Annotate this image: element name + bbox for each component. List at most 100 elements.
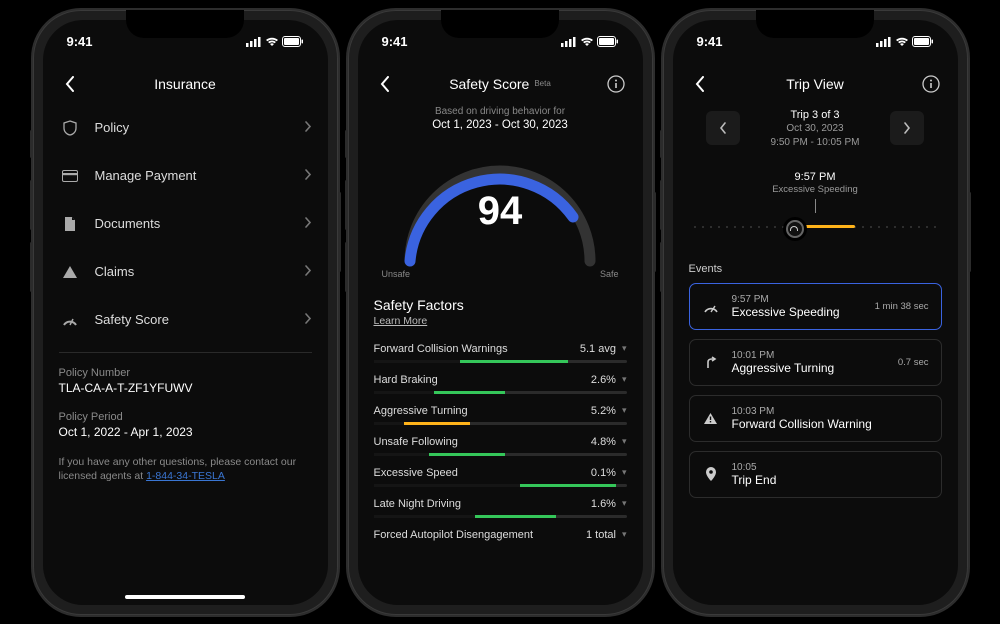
- menu-label: Safety Score: [95, 312, 305, 327]
- factor-value: 0.1%: [591, 467, 616, 479]
- menu-docs[interactable]: Documents: [59, 200, 312, 248]
- factor-row[interactable]: Forced Autopilot Disengagement1 total ▾: [374, 521, 627, 544]
- warn-icon: [702, 412, 720, 425]
- wifi-icon: [265, 37, 279, 47]
- beta-badge: Beta: [534, 79, 550, 88]
- policy-period-label: Policy Period: [59, 411, 312, 423]
- prev-trip-button[interactable]: [706, 111, 740, 145]
- chevron-right-icon: [305, 120, 312, 135]
- factor-name: Excessive Speed: [374, 467, 591, 479]
- trip-caption: Trip 3 of 3 Oct 30, 2023 9:50 PM - 10:05…: [750, 108, 880, 150]
- factor-name: Unsafe Following: [374, 436, 591, 448]
- status-indicators: [876, 36, 934, 47]
- chevron-down-icon: ▾: [622, 529, 627, 540]
- factor-value: 4.8%: [591, 436, 616, 448]
- wifi-icon: [580, 37, 594, 47]
- phone-trip-view: 9:41 Trip View Trip 3 of 3 Oct 30, 2023 …: [663, 10, 968, 615]
- timeline-marker-icon[interactable]: [786, 220, 804, 238]
- support-phone-link[interactable]: 1-844-34-TESLA: [146, 470, 225, 482]
- chevron-down-icon: ▾: [622, 405, 627, 416]
- chevron-right-icon: [305, 168, 312, 183]
- header-spacer: [290, 73, 312, 95]
- header: Trip View: [673, 64, 958, 104]
- contact-note: If you have any other questions, please …: [59, 455, 312, 484]
- event-name: Aggressive Turning: [732, 361, 886, 375]
- phone-safety-score: 9:41 Safety ScoreBeta Based on driving b…: [348, 10, 653, 615]
- back-button[interactable]: [59, 73, 81, 95]
- page-title: Insurance: [81, 76, 290, 92]
- timeline-highlight-time: 9:57 PM: [689, 171, 942, 183]
- policy-period-value: Oct 1, 2022 - Apr 1, 2023: [59, 425, 312, 439]
- factor-name: Hard Braking: [374, 374, 591, 386]
- factor-value: 5.1 avg: [580, 343, 616, 355]
- page-title: Trip View: [711, 76, 920, 92]
- factor-value: 1.6%: [591, 498, 616, 510]
- factor-row[interactable]: Aggressive Turning5.2%▾: [374, 397, 627, 428]
- event-time: 10:01 PM: [732, 350, 886, 361]
- factor-name: Forced Autopilot Disengagement: [374, 529, 587, 541]
- menu-policy[interactable]: Policy: [59, 104, 312, 152]
- menu-safety[interactable]: Safety Score: [59, 296, 312, 344]
- info-button[interactable]: [605, 73, 627, 95]
- event-time: 10:05: [732, 462, 929, 473]
- page-title: Safety ScoreBeta: [396, 76, 605, 92]
- event-card[interactable]: 10:05Trip End: [689, 451, 942, 498]
- menu-claims[interactable]: Claims: [59, 248, 312, 296]
- pin-icon: [702, 467, 720, 482]
- chevron-down-icon: ▾: [622, 374, 627, 385]
- claims-icon: [59, 265, 81, 279]
- menu-label: Manage Payment: [95, 168, 305, 183]
- date-range: Oct 1, 2023 - Oct 30, 2023: [374, 119, 627, 131]
- event-card[interactable]: 10:01 PMAggressive Turning 0.7 sec: [689, 339, 942, 386]
- factor-value: 1 total: [586, 529, 616, 541]
- event-duration: 1 min 38 sec: [875, 301, 929, 312]
- based-on-label: Based on driving behavior for: [374, 106, 627, 117]
- menu-label: Policy: [95, 120, 305, 135]
- factor-row[interactable]: Unsafe Following4.8% ▾: [374, 428, 627, 459]
- chevron-down-icon: ▾: [622, 498, 627, 509]
- cell-signal-icon: [876, 37, 892, 47]
- event-duration: 0.7 sec: [898, 357, 929, 368]
- event-card[interactable]: 9:57 PMExcessive Speeding1 min 38 sec: [689, 283, 942, 330]
- phone-insurance: 9:41 Insurance Policy Manage Payment Docum…: [33, 10, 338, 615]
- event-name: Forward Collision Warning: [732, 417, 929, 431]
- safety-gauge: 94: [374, 141, 627, 275]
- header: Safety ScoreBeta: [358, 64, 643, 104]
- next-trip-button[interactable]: [890, 111, 924, 145]
- chevron-down-icon: ▾: [622, 436, 627, 447]
- header: Insurance: [43, 64, 328, 104]
- status-indicators: [561, 36, 619, 47]
- status-bar: 9:41: [358, 20, 643, 64]
- status-time: 9:41: [67, 34, 93, 49]
- trip-timeline[interactable]: [689, 217, 942, 237]
- factor-name: Forward Collision Warnings: [374, 343, 580, 355]
- status-indicators: [246, 36, 304, 47]
- status-bar: 9:41: [43, 20, 328, 64]
- speed-icon: [702, 301, 720, 313]
- safety-factors-heading: Safety Factors: [374, 297, 627, 313]
- chevron-down-icon: ▾: [622, 343, 627, 354]
- status-time: 9:41: [382, 34, 408, 49]
- factor-row[interactable]: Excessive Speed0.1% ▾: [374, 459, 627, 490]
- back-button[interactable]: [689, 73, 711, 95]
- factor-row[interactable]: Hard Braking2.6%▾: [374, 366, 627, 397]
- cell-signal-icon: [246, 37, 262, 47]
- event-name: Trip End: [732, 473, 929, 487]
- menu-label: Claims: [95, 264, 305, 279]
- chevron-down-icon: ▾: [622, 467, 627, 478]
- event-card[interactable]: 10:03 PMForward Collision Warning: [689, 395, 942, 442]
- factor-name: Late Night Driving: [374, 498, 591, 510]
- chevron-right-icon: [305, 312, 312, 327]
- back-button[interactable]: [374, 73, 396, 95]
- menu-label: Documents: [95, 216, 305, 231]
- home-indicator[interactable]: [125, 595, 245, 599]
- learn-more-link[interactable]: Learn More: [374, 315, 627, 327]
- event-time: 10:03 PM: [732, 406, 929, 417]
- menu-payment[interactable]: Manage Payment: [59, 152, 312, 200]
- factor-row[interactable]: Late Night Driving1.6% ▾: [374, 490, 627, 521]
- safety-icon: [59, 314, 81, 326]
- factor-row[interactable]: Forward Collision Warnings5.1 avg ▾: [374, 335, 627, 366]
- info-button[interactable]: [920, 73, 942, 95]
- status-time: 9:41: [697, 34, 723, 49]
- status-bar: 9:41: [673, 20, 958, 64]
